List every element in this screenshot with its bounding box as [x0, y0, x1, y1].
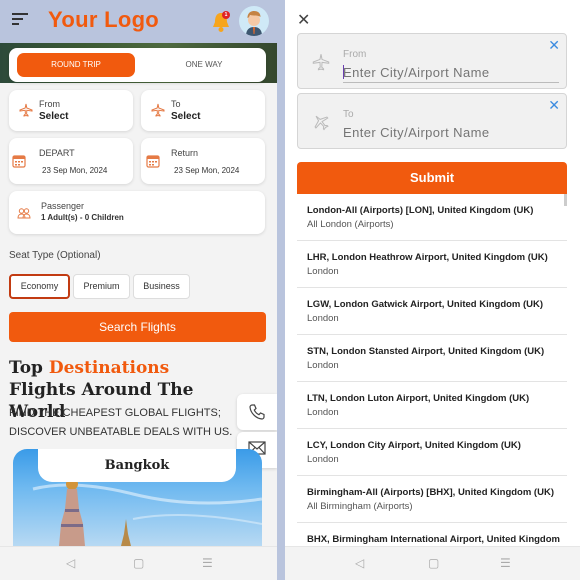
list-item[interactable]: LTN, London Luton Airport, United Kingdo…	[297, 382, 567, 429]
list-item[interactable]: Birmingham-All (Airports) [BHX], United …	[297, 476, 567, 523]
seat-business-button[interactable]: Business	[133, 274, 190, 299]
close-icon[interactable]: ✕	[297, 10, 310, 30]
list-item[interactable]: LGW, London Gatwick Airport, United King…	[297, 288, 567, 335]
to-airport-field: To ✕	[297, 93, 567, 149]
system-nav-bar: ◁ ▢ ☰	[0, 546, 277, 580]
clear-to-icon[interactable]: ✕	[548, 97, 560, 114]
plane-icon	[151, 103, 165, 117]
home-square-icon[interactable]: ▢	[133, 556, 144, 570]
scrollbar[interactable]	[564, 194, 567, 206]
title-part-1: Top	[9, 358, 49, 378]
to-label: To	[171, 99, 181, 109]
airport-suggestion-list: London-All (Airports) [LON], United King…	[297, 194, 567, 570]
menu-lines-icon[interactable]: ☰	[202, 556, 213, 570]
suggestion-title: LCY, London City Airport, United Kingdom…	[307, 440, 521, 451]
round-trip-tab[interactable]: ROUND TRIP	[17, 53, 135, 77]
passenger-value: 1 Adult(s) - 0 Children	[41, 213, 124, 222]
to-airport-label: To	[343, 109, 354, 120]
search-flights-button[interactable]: Search Flights	[9, 312, 266, 342]
plane-icon	[19, 103, 33, 117]
from-field[interactable]: From Select	[9, 90, 133, 131]
from-airport-input[interactable]	[343, 65, 558, 80]
input-underline	[343, 82, 559, 83]
from-airport-label: From	[343, 49, 367, 60]
back-triangle-icon[interactable]: ◁	[355, 556, 364, 570]
users-icon	[17, 208, 31, 219]
suggestion-subtitle: London	[307, 407, 339, 418]
suggestion-title: LGW, London Gatwick Airport, United King…	[307, 299, 544, 310]
destination-card-title: Bangkok	[38, 449, 236, 482]
return-date-field[interactable]: Return 23 Sep Mon, 2024	[141, 138, 265, 184]
avatar[interactable]	[239, 6, 269, 36]
from-airport-field: From ✕	[297, 33, 567, 89]
seat-type-label: Seat Type (Optional)	[9, 250, 101, 261]
hamburger-icon[interactable]	[12, 13, 28, 25]
suggestion-subtitle: London	[307, 313, 339, 324]
trip-type-toggle: ROUND TRIP ONE WAY	[9, 48, 266, 82]
plane-landing-icon	[314, 115, 329, 131]
suggestion-subtitle: London	[307, 266, 339, 277]
passenger-label: Passenger	[41, 201, 85, 211]
app-header: Your Logo 1	[0, 0, 277, 43]
phone-icon	[249, 404, 265, 420]
suggestion-subtitle: London	[307, 454, 339, 465]
suggestion-title: London-All (Airports) [LON], United King…	[307, 205, 534, 216]
depart-date-field[interactable]: DEPART 23 Sep Mon, 2024	[9, 138, 133, 184]
clear-from-icon[interactable]: ✕	[548, 37, 560, 54]
from-label: From	[39, 99, 60, 109]
one-way-tab[interactable]: ONE WAY	[145, 53, 263, 77]
phone-button[interactable]	[237, 394, 277, 430]
return-value: 23 Sep Mon, 2024	[174, 166, 240, 175]
suggestion-subtitle: All Birmingham (Airports)	[307, 501, 413, 512]
calendar-icon	[12, 155, 26, 168]
to-field[interactable]: To Select	[141, 90, 265, 131]
split-divider	[277, 0, 285, 580]
title-accent: Destinations	[48, 358, 170, 378]
depart-label: DEPART	[39, 148, 75, 158]
flight-search-screen: Your Logo 1 ROUND TRIP ONE WAY From Sele…	[0, 0, 277, 580]
destinations-subtitle: FIND THE CHEAPEST GLOBAL FLIGHTS; DISCOV…	[9, 407, 233, 438]
menu-lines-icon[interactable]: ☰	[500, 556, 511, 570]
list-item[interactable]: STN, London Stansted Airport, United Kin…	[297, 335, 567, 382]
to-value: Select	[171, 111, 201, 122]
home-square-icon[interactable]: ▢	[428, 556, 439, 570]
seat-economy-button[interactable]: Economy	[9, 274, 70, 299]
logo[interactable]: Your Logo	[48, 7, 159, 33]
suggestion-title: LTN, London Luton Airport, United Kingdo…	[307, 393, 530, 404]
suggestion-title: Birmingham-All (Airports) [BHX], United …	[307, 487, 554, 498]
back-triangle-icon[interactable]: ◁	[66, 556, 75, 570]
suggestion-subtitle: All London (Airports)	[307, 219, 394, 230]
seat-premium-button[interactable]: Premium	[73, 274, 130, 299]
suggestion-title: BHX, Birmingham International Airport, U…	[307, 534, 560, 545]
depart-value: 23 Sep Mon, 2024	[42, 166, 108, 175]
passenger-field[interactable]: Passenger 1 Adult(s) - 0 Children	[9, 191, 265, 234]
text-caret	[343, 65, 344, 79]
from-value: Select	[39, 111, 69, 122]
suggestion-title: LHR, London Heathrow Airport, United Kin…	[307, 252, 548, 263]
submit-button[interactable]: Submit	[297, 162, 567, 194]
return-label: Return	[171, 148, 199, 158]
to-airport-input[interactable]	[343, 125, 558, 140]
airport-search-screen: ✕ From ✕ To ✕ Submit London-All (Airport…	[285, 0, 580, 580]
list-item[interactable]: London-All (Airports) [LON], United King…	[297, 194, 567, 241]
suggestion-title: STN, London Stansted Airport, United Kin…	[307, 346, 545, 357]
suggestion-subtitle: London	[307, 360, 339, 371]
notification-badge: 1	[222, 11, 230, 19]
system-nav-bar: ◁ ▢ ☰	[285, 546, 580, 580]
list-item[interactable]: LHR, London Heathrow Airport, United Kin…	[297, 241, 567, 288]
plane-icon	[312, 54, 330, 71]
calendar-icon	[146, 155, 160, 168]
list-item[interactable]: LCY, London City Airport, United Kingdom…	[297, 429, 567, 476]
